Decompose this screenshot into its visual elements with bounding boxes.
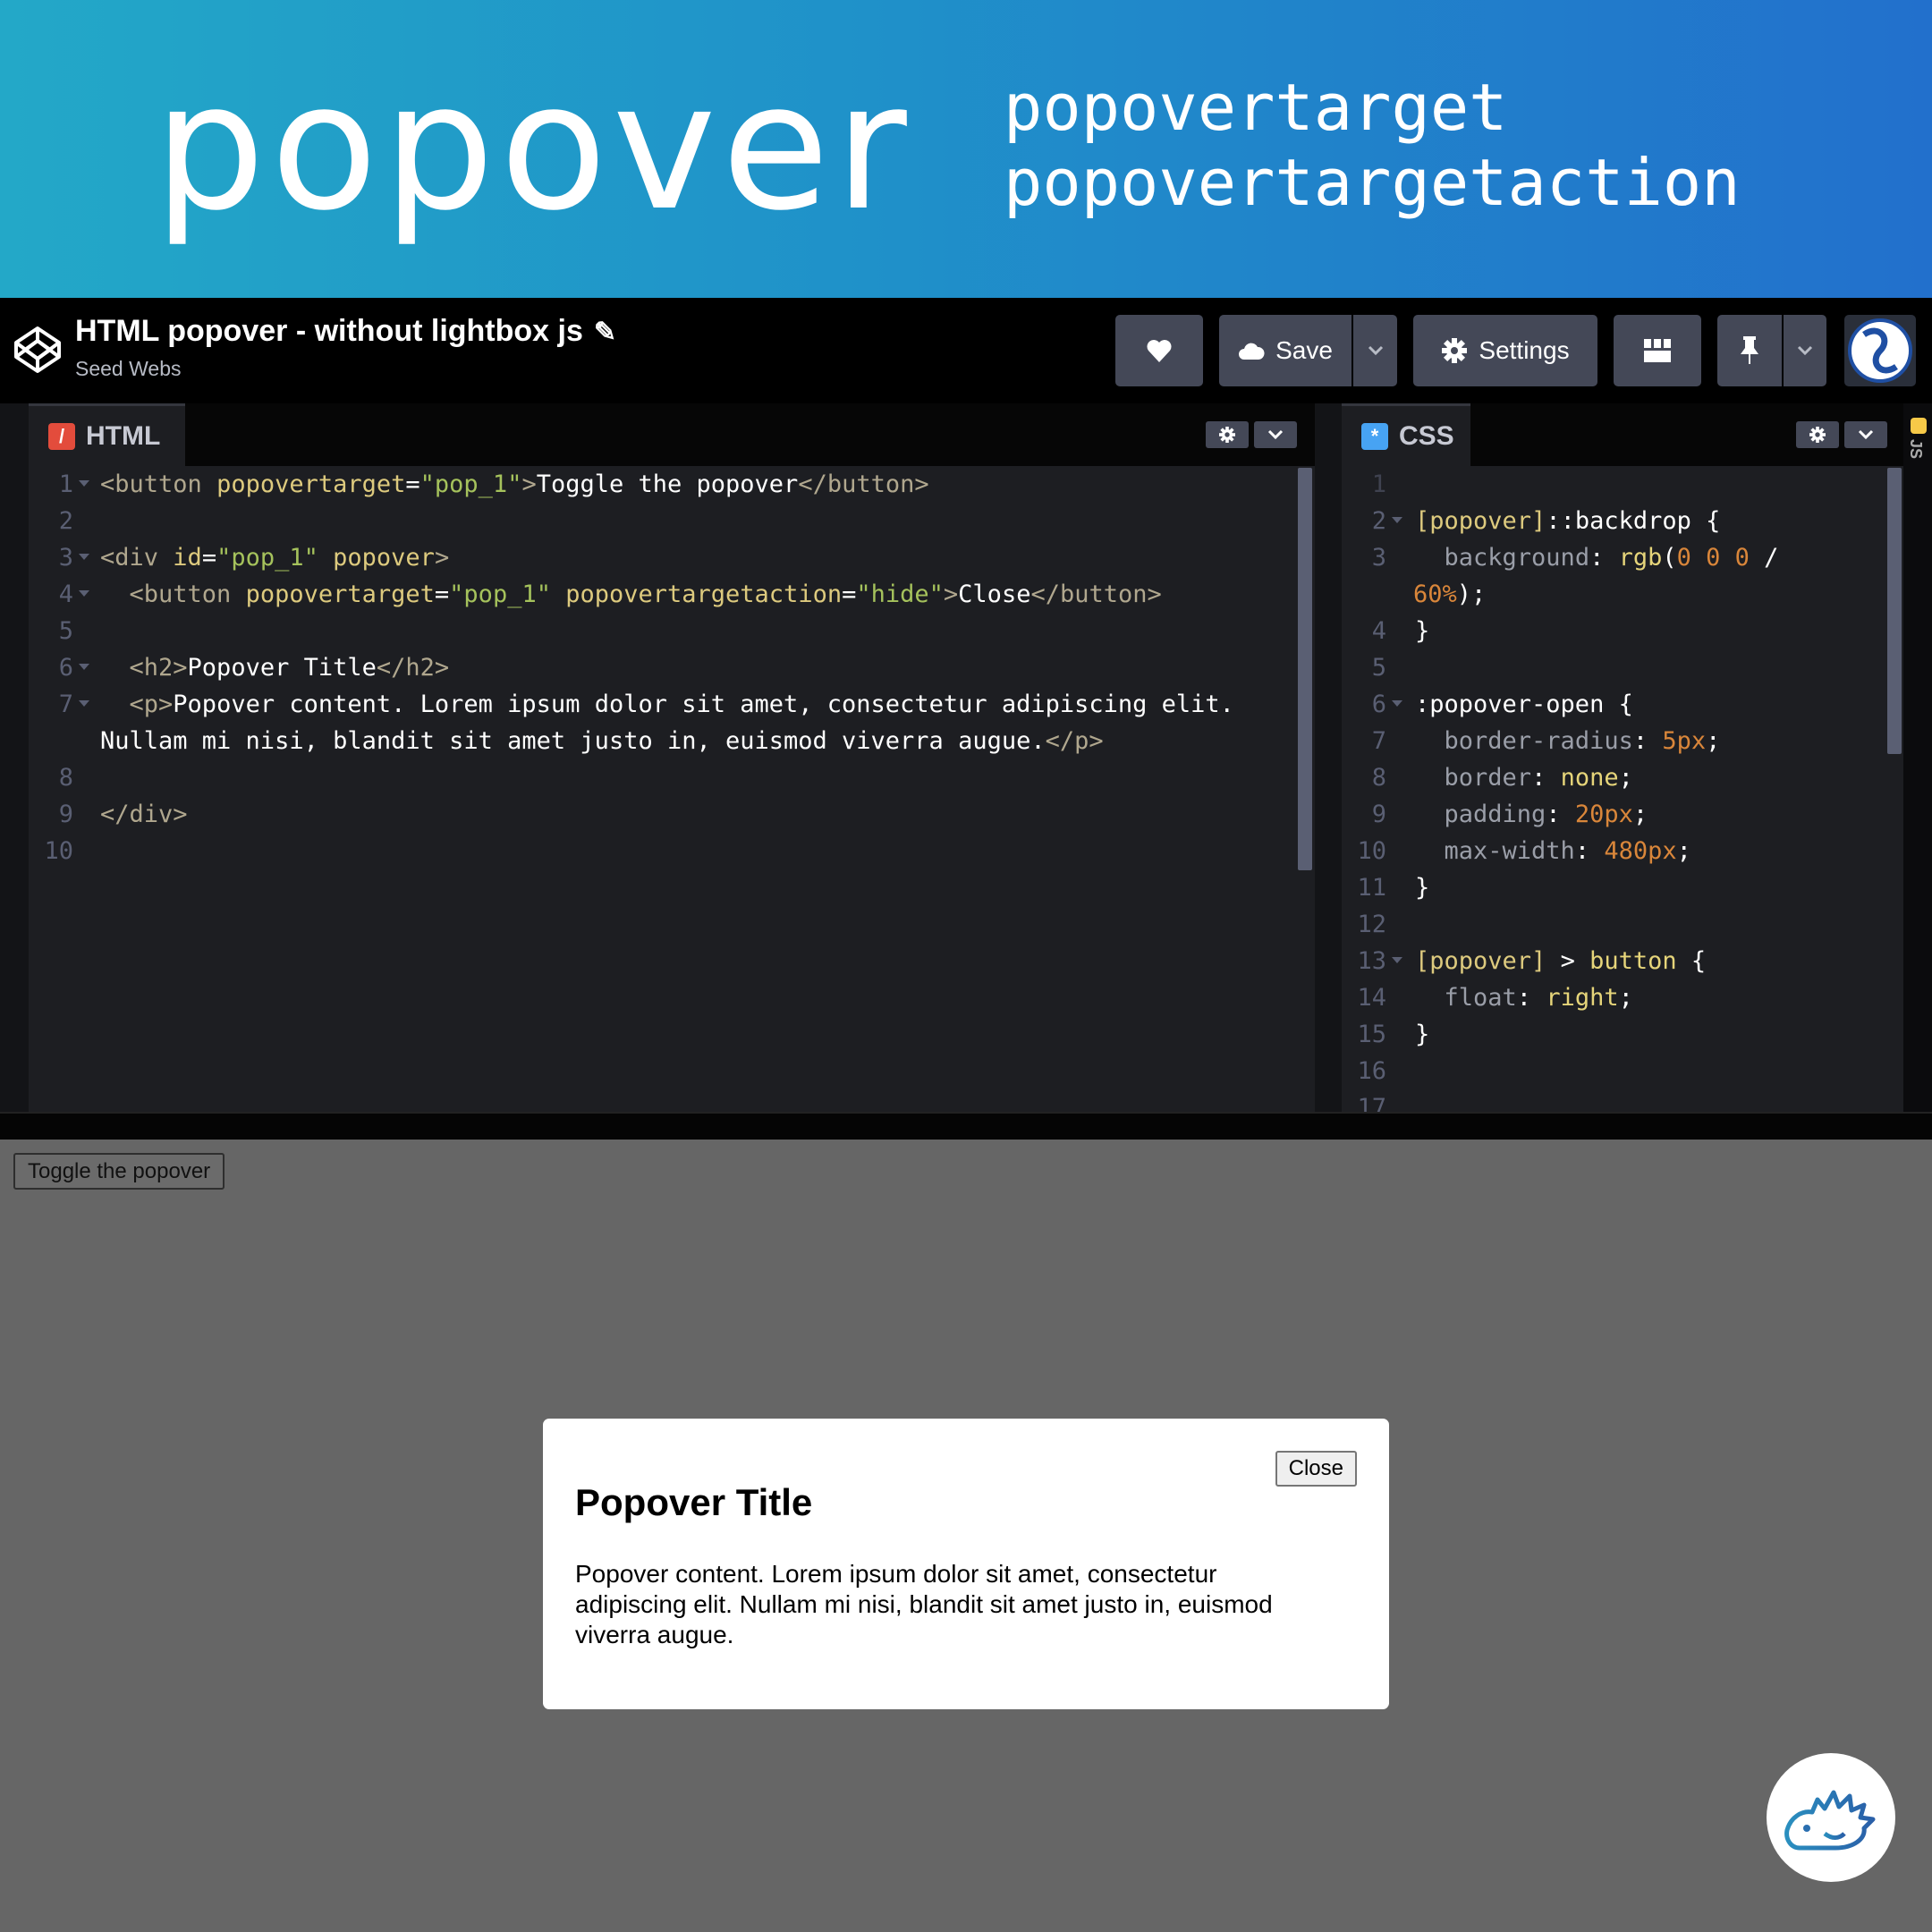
code-line: 16 [1357,1057,1386,1085]
banner-attr-popovertarget: popovertarget [1004,70,1508,145]
codepen-header: HTML popover - without lightbox js ✎ Seed… [0,298,1932,403]
code-line: 8 [58,764,73,792]
code-line: 9 </div> [58,801,188,828]
code-line: 2 [58,507,73,535]
css-editor-header: * CSS [1342,403,1903,466]
change-view-button[interactable] [1614,315,1701,386]
pen-author[interactable]: Seed Webs [75,357,181,381]
popover-dialog: Close Popover Title Popover content. Lor… [543,1419,1389,1709]
user-avatar[interactable] [1844,315,1916,386]
love-button[interactable] [1115,315,1203,386]
toggle-popover-button[interactable]: Toggle the popover [13,1153,225,1190]
banner-attr-popovertargetaction: popovertargetaction [1004,145,1741,220]
code-line: 60%); [1413,580,1487,608]
html-editor-pane: / HTML 1 <button popovertarget="pop_1">To… [29,403,1315,1112]
code-line: 1 [1371,470,1386,498]
pen-title-text: HTML popover - without lightbox js [75,314,583,348]
settings-label: Settings [1479,336,1570,364]
code-line: 3 <div id="pop_1" popover> [58,544,450,572]
close-button[interactable]: Close [1275,1451,1357,1487]
pin-button[interactable] [1717,315,1782,386]
hedgehog-icon [1784,1790,1876,1851]
pin-options-dropdown[interactable] [1784,315,1826,386]
chevron-down-icon [1797,345,1813,356]
banner-title: popover [154,46,912,250]
css-collapse-button[interactable] [1844,421,1887,448]
settings-button[interactable]: Settings [1413,315,1597,386]
html-code-editor[interactable]: 1 <button popovertarget="pop_1">Toggle th… [29,466,1315,1112]
codepen-logo-icon[interactable] [13,325,63,375]
code-line: 7 border-radius: 5px; [1371,727,1721,755]
save-options-dropdown[interactable] [1353,315,1397,386]
code-line: 10 max-width: 480px; [1357,837,1691,865]
code-line: 4} [1371,617,1430,645]
editor-area: / HTML 1 <button popovertarget="pop_1">To… [0,403,1932,1112]
css-settings-button[interactable] [1796,421,1839,448]
code-line: 6 <h2>Popover Title</h2> [58,654,450,682]
cloud-icon [1239,343,1265,360]
tab-css-label: CSS [1399,420,1454,451]
code-line: 2 [popover]::backdrop { [1371,507,1721,535]
pen-title[interactable]: HTML popover - without lightbox js ✎ [75,314,616,349]
code-line: 11} [1357,874,1430,902]
gear-icon [1809,427,1826,443]
pin-icon [1741,336,1758,364]
code-line: 12 [1357,911,1386,938]
code-line: 9 padding: 20px; [1371,801,1648,828]
code-line: 3 background: rgb(0 0 0 / [1371,544,1779,572]
css-code-editor[interactable]: 1 2 [popover]::backdrop { 3 background: r… [1342,466,1903,1112]
layout-icon [1644,339,1671,362]
popover-title: Popover Title [575,1481,813,1523]
preview-pane: Toggle the popover Close Popover Title P… [0,1140,1932,1932]
html-settings-button[interactable] [1206,421,1249,448]
save-label: Save [1275,336,1333,364]
code-line: 5 [58,617,73,645]
tab-css[interactable]: * CSS [1342,403,1470,466]
avatar-logo-icon [1848,318,1912,383]
resize-divider[interactable] [0,1112,1932,1140]
popover-content: Popover content. Lorem ipsum dolor sit a… [575,1560,1273,1648]
code-line: 14 float: right; [1357,984,1633,1012]
code-line: 6:popover-open { [1371,691,1633,718]
code-line: 15} [1357,1021,1430,1048]
code-line: 7 <p>Popover content. Lorem ipsum dolor … [58,691,1234,718]
tab-html-label: HTML [86,420,161,451]
hedgehog-logo [1767,1753,1895,1882]
heart-icon [1147,340,1172,362]
css-editor-pane: * CSS 1 2 [popover]::backdrop { 3 backgro… [1342,403,1903,1112]
code-line: 17 [1357,1094,1386,1112]
edit-pencil-icon[interactable]: ✎ [594,317,616,348]
code-line: 5 [1371,654,1386,682]
html-scrollbar[interactable] [1298,468,1312,870]
js-editor-collapsed[interactable]: JS [1903,403,1932,1112]
chevron-down-icon [1858,429,1874,440]
code-line: 10 [44,837,73,865]
code-line: 13 [popover] > button { [1357,947,1707,975]
code-line: Nullam mi nisi, blandit sit amet justo i… [100,727,1104,755]
html-slash-icon: / [48,422,75,450]
save-button[interactable]: Save [1219,315,1352,386]
code-line: 4 <button popovertarget="pop_1" popovert… [58,580,1162,608]
code-line: 8 border: none; [1371,764,1633,792]
css-scrollbar[interactable] [1887,468,1902,754]
gear-icon [1219,427,1235,443]
gear-icon [1442,338,1468,363]
html-editor-header: / HTML [29,403,1315,466]
css-asterisk-icon: * [1361,422,1388,450]
chevron-down-icon [1267,429,1284,440]
chevron-down-icon [1368,345,1383,356]
js-badge-icon [1911,418,1927,434]
html-collapse-button[interactable] [1254,421,1297,448]
code-line: 1 <button popovertarget="pop_1">Toggle th… [58,470,929,498]
tab-html[interactable]: / HTML [29,403,185,466]
banner-attribute-list: popovertarget popovertargetaction [1004,70,1741,220]
js-strip-label: JS [1907,439,1925,460]
promo-banner: popover popovertarget popovertargetactio… [0,0,1932,298]
